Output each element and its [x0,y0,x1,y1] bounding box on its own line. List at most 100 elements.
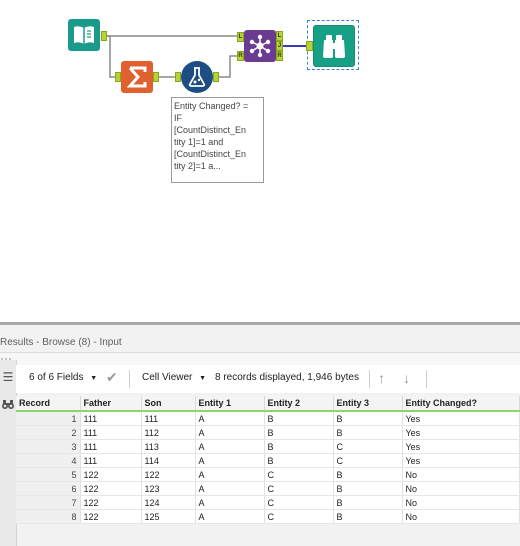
table-cell[interactable]: C [333,453,403,468]
table-cell[interactable]: Yes [402,411,520,426]
table-cell[interactable]: No [402,509,520,524]
record-number-cell[interactable]: 8 [16,509,81,524]
workflow-canvas[interactable]: L R L J R Entity Changed? = IF [CountDis… [0,0,520,322]
record-number-cell[interactable]: 6 [16,481,81,496]
summarize-output-anchor[interactable] [153,72,159,82]
table-cell[interactable]: 122 [80,509,142,524]
formula-annotation: Entity Changed? = IF [CountDistinct_En t… [171,97,264,183]
table-cell[interactable]: No [402,495,520,510]
cell-viewer-dropdown[interactable]: Cell Viewer ▼ [142,372,206,383]
browse-tool[interactable] [313,25,355,67]
table-row[interactable]: 7 122 124 A C B No [16,495,520,510]
results-toolbar: 6 of 6 Fields ▼ ✔ Cell Viewer ▼ 8 record… [16,365,520,393]
table-cell[interactable]: 122 [80,467,142,482]
table-cell[interactable]: 111 [80,425,142,440]
binoculars-small-icon[interactable] [1,397,15,411]
input-data-tool[interactable] [68,19,100,51]
column-header[interactable]: Entity 3 [333,396,403,412]
formula-tool[interactable] [181,61,213,93]
table-cell[interactable]: 124 [141,495,196,510]
column-header[interactable]: Entity 1 [195,396,265,412]
arrow-up-icon[interactable]: ↑ [378,370,385,386]
table-cell[interactable]: B [333,481,403,496]
table-cell[interactable]: 111 [80,453,142,468]
table-cell[interactable]: A [195,411,265,426]
table-row[interactable]: 6 122 123 A C B No [16,481,520,496]
table-cell[interactable]: 114 [141,453,196,468]
table-cell[interactable]: B [264,411,334,426]
table-row[interactable]: 8 122 125 A C B No [16,509,520,524]
join-right-input-anchor[interactable]: R [237,51,244,61]
column-header[interactable]: Son [141,396,196,412]
table-cell[interactable]: 122 [80,495,142,510]
fields-dropdown-label: 6 of 6 Fields [29,372,84,383]
table-cell[interactable]: 111 [141,411,196,426]
results-splitter[interactable] [0,322,520,325]
table-cell[interactable]: Yes [402,439,520,454]
table-cell[interactable]: B [333,509,403,524]
table-cell[interactable]: C [264,509,334,524]
toolbar-separator [426,370,427,388]
table-cell[interactable]: Yes [402,425,520,440]
summarize-tool[interactable] [121,61,153,93]
column-header[interactable]: Entity 2 [264,396,334,412]
column-header[interactable]: Record [16,396,81,412]
formula-output-anchor[interactable] [213,72,219,82]
table-cell[interactable]: No [402,481,520,496]
table-row[interactable]: 5 122 122 A C B No [16,467,520,482]
column-header[interactable]: Entity Changed? [402,396,520,412]
table-cell[interactable]: C [264,481,334,496]
table-cell[interactable]: A [195,495,265,510]
table-cell[interactable]: C [264,467,334,482]
table-cell[interactable]: A [195,439,265,454]
record-number-cell[interactable]: 1 [16,411,81,426]
record-number-cell[interactable]: 4 [16,453,81,468]
table-cell[interactable]: B [333,425,403,440]
records-info: 8 records displayed, 1,946 bytes [215,372,359,383]
table-cell[interactable]: 113 [141,439,196,454]
table-cell[interactable]: B [333,495,403,510]
join-left-input-anchor[interactable]: L [237,32,244,42]
table-cell[interactable]: 122 [80,481,142,496]
table-cell[interactable]: A [195,509,265,524]
table-cell[interactable]: 112 [141,425,196,440]
table-row[interactable]: 2 111 112 A B B Yes [16,425,520,440]
table-row[interactable]: 3 111 113 A B C Yes [16,439,520,454]
table-cell[interactable]: 125 [141,509,196,524]
table-cell[interactable]: Yes [402,453,520,468]
table-cell[interactable]: B [264,453,334,468]
sigma-icon [126,66,147,88]
column-header[interactable]: Father [80,396,142,412]
record-number-cell[interactable]: 3 [16,439,81,454]
table-cell[interactable]: A [195,467,265,482]
arrow-down-icon[interactable]: ↓ [403,370,410,386]
table-cell[interactable]: B [333,411,403,426]
table-row[interactable]: 4 111 114 A B C Yes [16,453,520,468]
join-R-output-anchor[interactable]: R [276,51,283,61]
table-cell[interactable]: 123 [141,481,196,496]
browse-input-anchor[interactable] [306,41,313,51]
table-cell[interactable]: B [333,467,403,482]
table-cell[interactable]: 111 [80,439,142,454]
join-L-output-anchor[interactable]: L [276,31,283,41]
table-cell[interactable]: No [402,467,520,482]
table-cell[interactable]: B [264,425,334,440]
input-output-anchor[interactable] [101,31,107,41]
checkmark-icon[interactable]: ✔ [106,369,118,386]
table-cell[interactable]: C [333,439,403,454]
record-number-cell[interactable]: 2 [16,425,81,440]
table-cell[interactable]: A [195,453,265,468]
table-cell[interactable]: 111 [80,411,142,426]
join-tool[interactable] [244,30,276,62]
join-J-output-anchor[interactable]: J [276,41,283,51]
table-cell[interactable]: B [264,439,334,454]
table-row[interactable]: 1 111 111 A B B Yes [16,411,520,426]
table-cell[interactable]: C [264,495,334,510]
record-number-cell[interactable]: 5 [16,467,81,482]
table-cell[interactable]: A [195,481,265,496]
table-cell[interactable]: 122 [141,467,196,482]
record-number-cell[interactable]: 7 [16,495,81,510]
fields-dropdown[interactable]: 6 of 6 Fields ▼ [29,372,97,383]
table-cell[interactable]: A [195,425,265,440]
list-view-icon[interactable]: ☰ [1,370,15,384]
